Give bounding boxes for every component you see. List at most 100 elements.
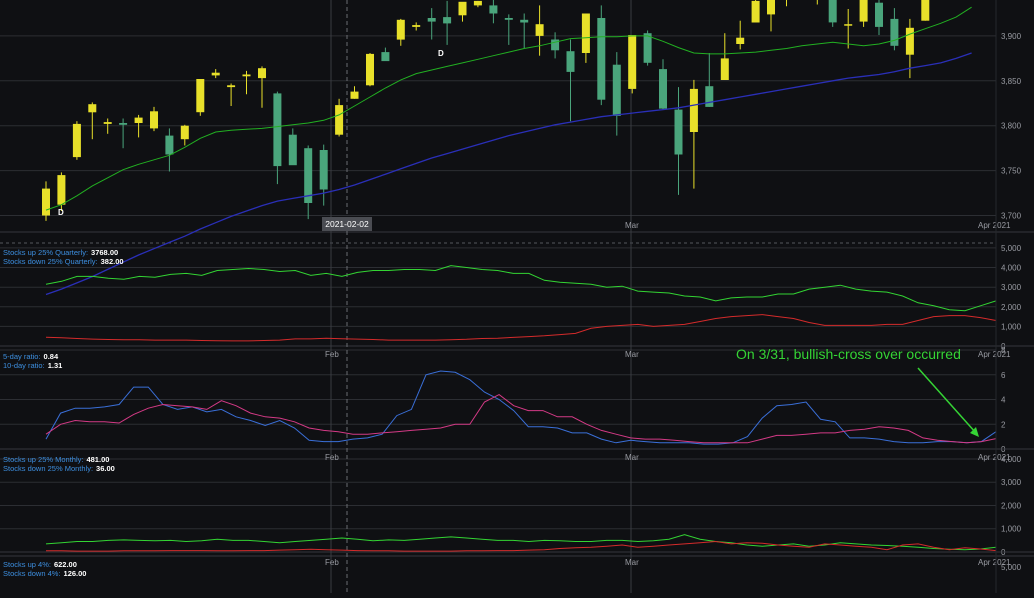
candle-body	[258, 68, 266, 79]
candle-body	[473, 0, 482, 6]
candle-body	[921, 0, 930, 21]
monthly-x-tick-mar: Mar	[625, 558, 639, 567]
quarterly-y-tick: 3,000	[1001, 283, 1022, 292]
pct4-up-legend: Stocks up 4%: 622.00	[3, 560, 77, 569]
candle-body	[57, 175, 66, 205]
monthly-y-tick: 1,000	[1001, 525, 1022, 534]
quarterly-x-tick-feb: Feb	[325, 350, 339, 359]
candle-body	[520, 19, 529, 23]
candle-body	[227, 85, 236, 88]
candle-body	[103, 122, 112, 124]
candle-body	[844, 24, 853, 26]
quarterly-y-tick: 2,000	[1001, 303, 1022, 312]
candle-body	[381, 52, 390, 62]
monthly-series-1	[46, 540, 997, 552]
price-x-tick-apr: Apr 2021	[978, 221, 1011, 230]
quarterly-series-1	[45, 314, 997, 342]
candle-body	[689, 88, 698, 132]
pct4-down-legend: Stocks down 4%: 126.00	[3, 569, 87, 578]
quarterly-y-tick: 1,000	[1001, 322, 1022, 331]
monthly-y-tick: 3,000	[1001, 478, 1022, 487]
candle-body	[767, 0, 775, 15]
candle-body	[119, 123, 128, 125]
candle-body	[211, 72, 220, 76]
ratio-series-0	[45, 370, 997, 445]
candle-body	[720, 58, 729, 80]
candle-body	[196, 79, 205, 113]
candle-body	[535, 24, 544, 36]
candle-body	[890, 18, 899, 46]
candle-body	[335, 105, 344, 135]
quarterly-down-legend: Stocks down 25% Quarterly: 382.00	[3, 257, 124, 266]
candle-body	[905, 27, 914, 55]
candle-body	[643, 33, 652, 63]
candle-body	[366, 53, 374, 86]
candle-body	[566, 51, 575, 72]
quarterly-x-tick-apr: Apr 2021	[978, 350, 1011, 359]
candle-body	[705, 86, 714, 107]
candle-body	[736, 37, 745, 44]
quarterly-y-tick: 5,000	[1001, 244, 1022, 253]
quarterly-x-tick-mar: Mar	[625, 350, 639, 359]
quarterly-y-tick: 4,000	[1001, 264, 1022, 273]
candle-body	[859, 0, 868, 22]
ratio-y-tick: 6	[1001, 371, 1006, 380]
cursor-date-tag: 2021-02-02	[322, 217, 372, 231]
candle-body	[458, 1, 467, 16]
candle-body	[427, 18, 436, 22]
ratio-x-tick-apr: Apr 2021	[978, 453, 1011, 462]
ratio-x-tick-feb: Feb	[325, 453, 339, 462]
ma-long-line	[45, 52, 972, 296]
ratio-y-tick: 2	[1001, 420, 1006, 429]
candle-body	[72, 123, 81, 158]
price-y-tick: 3,800	[1001, 122, 1022, 131]
ratio10-legend: 10-day ratio: 1.31	[3, 361, 63, 370]
candle-body	[504, 18, 513, 20]
price-y-tick: 3,700	[1001, 212, 1022, 221]
candle-body	[828, 0, 837, 23]
candle-body	[489, 5, 498, 14]
candle-body	[628, 35, 637, 89]
candle-body	[165, 135, 174, 155]
candle-body	[350, 91, 359, 99]
candle-body	[180, 125, 189, 140]
ratio5-legend: 5-day ratio: 0.84	[3, 352, 59, 361]
monthly-x-tick-feb: Feb	[325, 558, 339, 567]
price-y-tick: 3,850	[1001, 77, 1022, 86]
annotation-arrow-line	[917, 367, 977, 434]
candle-body	[319, 150, 328, 190]
candle-body	[273, 93, 282, 167]
price-y-tick: 3,750	[1001, 167, 1022, 176]
candle-body	[674, 109, 683, 155]
monthly-series-0	[45, 534, 997, 551]
monthly-down-legend: Stocks down 25% Monthly: 36.00	[3, 464, 115, 473]
dividend-marker: D	[58, 208, 64, 217]
monthly-up-legend: Stocks up 25% Monthly: 481.00	[3, 455, 110, 464]
ratio-y-tick: 4	[1001, 396, 1006, 405]
candle-body	[412, 25, 421, 27]
candle-body	[288, 134, 297, 166]
candle-body	[88, 104, 97, 113]
candle-body	[875, 2, 883, 27]
quarterly-series-0	[45, 265, 997, 312]
multi-panel-chart: 3,900 3,850 3,800 3,750 3,700 5,000 4,000 3,000…	[0, 0, 1034, 593]
bullish-cross-annotation: On 3/31, bullish-cross over occurred	[736, 346, 961, 362]
candle-body	[581, 13, 590, 53]
candle-body	[597, 18, 606, 100]
candle-body	[396, 19, 405, 40]
candle-body	[659, 69, 667, 109]
candle-body	[134, 117, 143, 123]
quarterly-up-legend: Stocks up 25% Quarterly: 3768.00	[3, 248, 119, 257]
price-x-tick-mar: Mar	[625, 221, 639, 230]
monthly-y-tick: 2,000	[1001, 502, 1022, 511]
monthly-x-tick-apr: Apr 2021	[978, 558, 1011, 567]
chart-stage: 3,900 3,850 3,800 3,750 3,700 5,000 4,000 3,000…	[0, 0, 1034, 593]
candle-body	[612, 64, 621, 116]
candle-body	[443, 17, 452, 24]
candle-body	[42, 188, 50, 216]
price-y-tick: 3,900	[1001, 32, 1022, 41]
ratio-x-tick-mar: Mar	[625, 453, 639, 462]
candle-body	[150, 111, 158, 129]
candle-body	[751, 0, 760, 23]
candle-body	[242, 74, 251, 77]
